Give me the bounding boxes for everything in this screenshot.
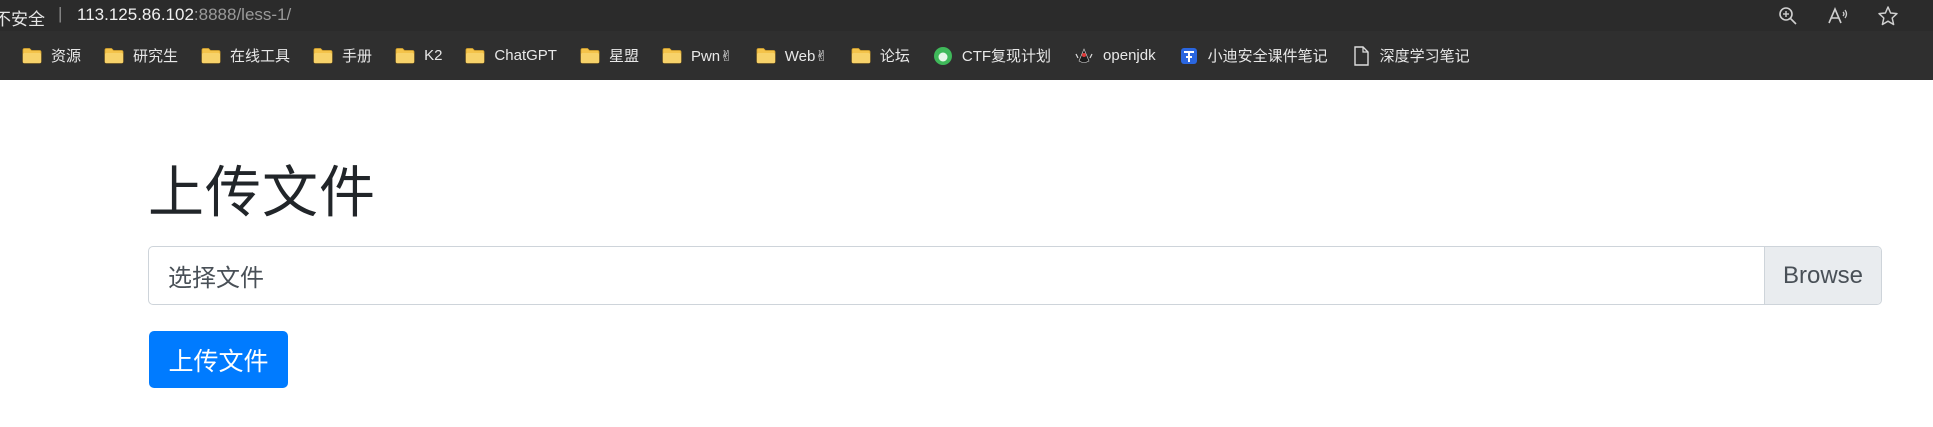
bookmarks-bar: 资源 研究生 在线工具 手册 K2 ChatGPT 星盟 Pwn✌ Web✌ 论坛 CTF复现计划 o… [0,31,1933,80]
address-bar: 不安全 | 113.125.86.102:8888/less-1/ [0,0,1933,31]
folder-icon [22,47,42,65]
bookmark-label: ChatGPT [494,47,557,64]
bookmark-label: 深度学习笔记 [1379,48,1470,65]
folder-icon [662,47,682,65]
bookmark-label: K2 [424,47,443,64]
url-host: 113.125.86.102 [77,5,194,24]
browse-button[interactable]: Browse [1764,247,1881,304]
bookmark-label: 星盟 [608,48,639,65]
bookmark-label: openjdk [1103,47,1156,64]
folder-icon [580,47,600,65]
file-input-label[interactable]: 选择文件 [149,247,1764,304]
bookmark-label: 论坛 [879,48,910,65]
folder-icon [104,47,124,65]
bookmark-item[interactable]: 手册 [309,41,376,71]
bookmark-item[interactable]: K2 [391,41,446,71]
folder-icon [756,47,776,65]
bookmark-item[interactable]: ChatGPT [461,41,561,71]
folder-icon [201,47,221,65]
bookmark-label: Pwn✌ [690,47,733,65]
zoom-icon[interactable] [1776,4,1800,28]
folder-icon [465,47,485,65]
bookmark-label: 在线工具 [230,48,291,65]
document-icon [1351,45,1371,66]
bookmark-item[interactable]: openjdk [1070,41,1160,71]
bookmark-label: Web✌ [784,47,828,65]
bookmark-label: 小迪安全课件笔记 [1207,48,1328,65]
bookmark-item[interactable]: 研究生 [100,41,182,71]
bookmark-item[interactable]: 深度学习笔记 [1347,41,1474,71]
page-title: 上传文件 [148,161,376,224]
bookmark-label: 研究生 [133,48,179,65]
bookmark-item[interactable]: 在线工具 [197,41,294,71]
url-field[interactable]: 113.125.86.102:8888/less-1/ [77,5,291,25]
bookmark-label: CTF复现计划 [961,48,1052,65]
bookmark-item[interactable]: Pwn✌ [658,41,737,71]
green-circle-icon [933,46,953,65]
upload-submit-button[interactable]: 上传文件 [149,331,288,388]
folder-icon [851,47,871,65]
bookmark-label: 手册 [342,48,373,65]
folder-icon [395,47,415,65]
file-input-group[interactable]: 选择文件 Browse [148,246,1882,305]
url-path: :8888/less-1/ [193,5,292,24]
bookmark-item[interactable]: 论坛 [847,41,914,71]
bookmark-item[interactable]: 资源 [18,41,85,71]
java-duke-icon [1074,47,1094,65]
bookmark-item[interactable]: 星盟 [576,41,643,71]
read-aloud-icon[interactable] [1826,4,1850,28]
bookmark-item[interactable]: 小迪安全课件笔记 [1175,41,1332,71]
folder-icon [313,47,333,65]
bookmark-item[interactable]: Web✌ [752,41,832,71]
bookmark-item[interactable]: CTF复现计划 [929,41,1055,71]
address-separator: | [58,4,63,23]
blue-t-icon [1179,47,1199,65]
favorite-star-icon[interactable] [1876,4,1900,28]
bookmark-label: 资源 [51,48,82,65]
security-indicator[interactable]: 不安全 [0,5,45,30]
